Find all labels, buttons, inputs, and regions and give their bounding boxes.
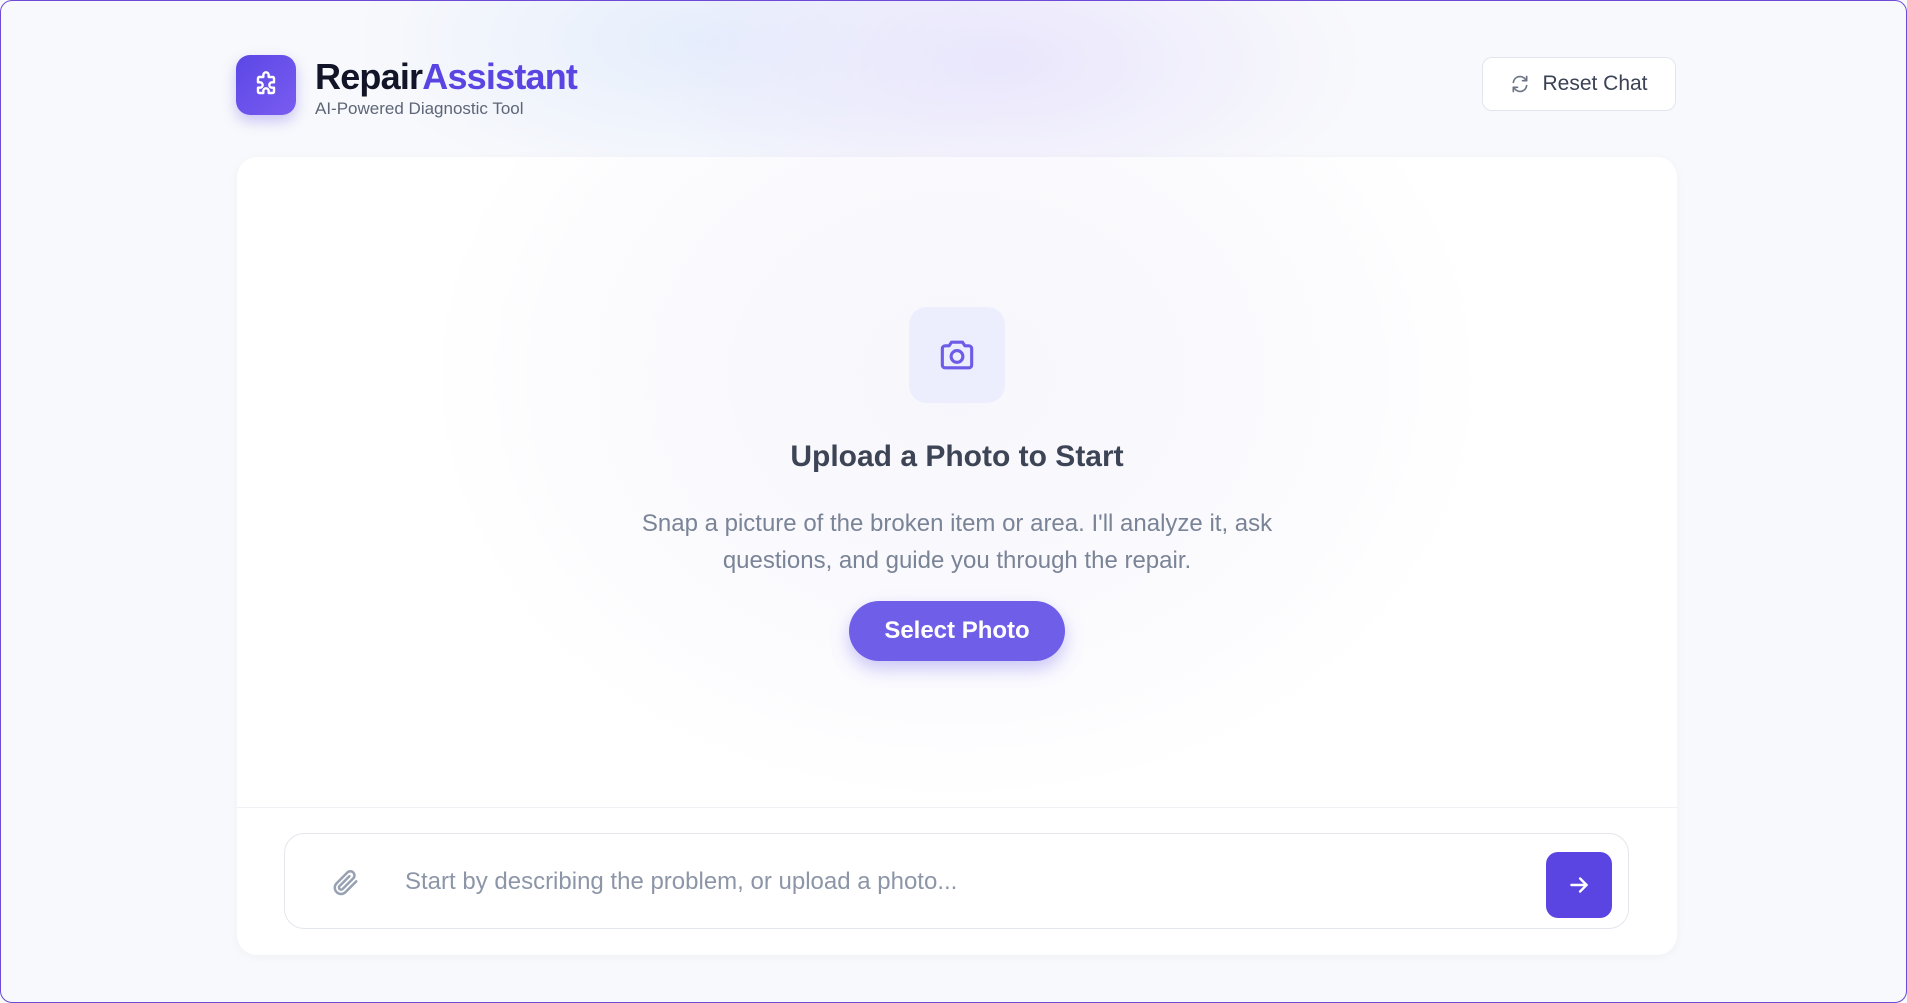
refresh-icon: [1512, 75, 1528, 93]
attach-button[interactable]: [325, 862, 365, 902]
puzzle-icon: [256, 71, 276, 95]
app-window: RepairAssistant AI-Powered Diagnostic To…: [0, 0, 1907, 1003]
brand-name-part2: Assistant: [422, 56, 578, 97]
select-photo-button[interactable]: Select Photo: [849, 601, 1065, 661]
header: RepairAssistant AI-Powered Diagnostic To…: [236, 55, 1676, 118]
brand-subtitle: AI-Powered Diagnostic Tool: [315, 99, 524, 118]
send-button[interactable]: [1546, 852, 1612, 918]
background-glow: [437, 157, 1477, 797]
reset-chat-label: Reset Chat: [1542, 72, 1648, 95]
message-input[interactable]: [403, 858, 1487, 906]
empty-state-description: Snap a picture of the broken item or are…: [641, 510, 1273, 574]
paperclip-icon: [333, 870, 358, 896]
message-composer: [284, 833, 1629, 929]
arrow-right-icon: [1570, 877, 1588, 893]
composer-divider: [237, 807, 1677, 808]
app-logo: [236, 55, 296, 115]
chat-panel: Upload a Photo to Start Snap a picture o…: [237, 157, 1677, 955]
brand-name-part1: Repair: [315, 56, 423, 97]
camera-icon: [940, 340, 974, 370]
empty-state-title: Upload a Photo to Start: [790, 440, 1124, 473]
brand-name: RepairAssistant: [315, 55, 578, 99]
reset-chat-button[interactable]: Reset Chat: [1482, 57, 1676, 111]
upload-illustration: [909, 307, 1005, 403]
brand: RepairAssistant AI-Powered Diagnostic To…: [315, 55, 578, 119]
